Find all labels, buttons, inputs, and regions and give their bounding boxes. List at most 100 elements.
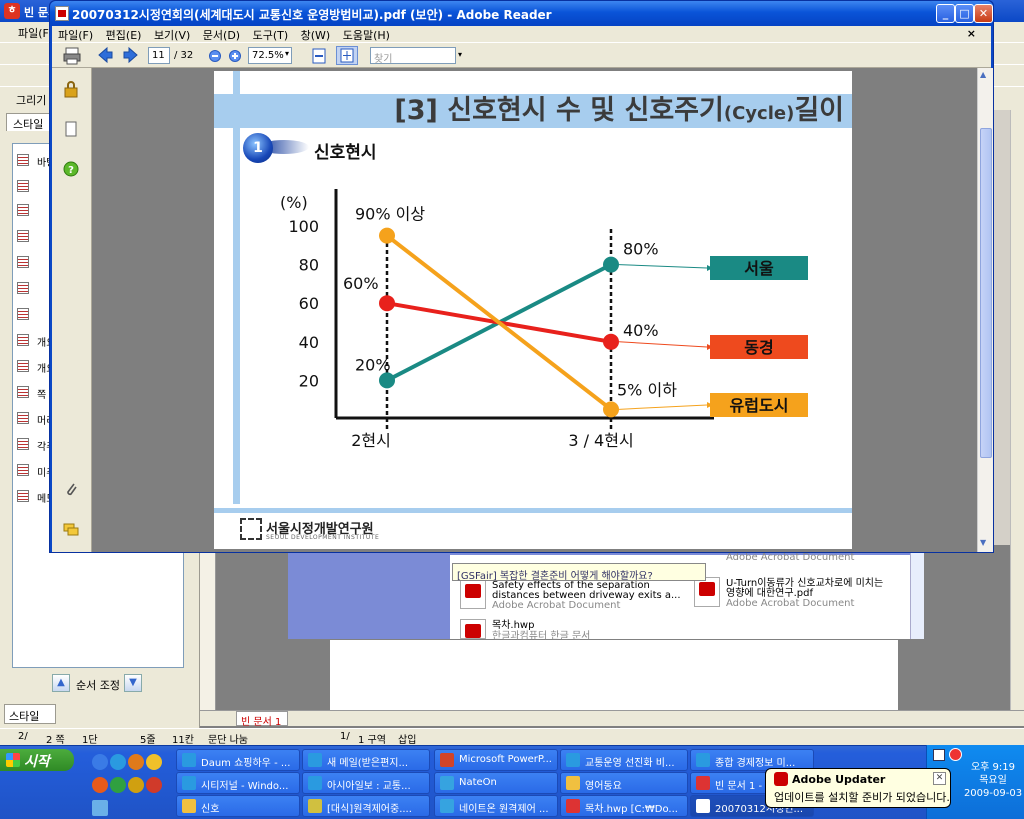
reader-menu-bar: 파일(F) 편집(E) 보기(V) 문서(D) 도구(T) 창(W) 도움말(H… <box>52 26 991 42</box>
status-line: 5줄 <box>140 735 156 746</box>
menu-help[interactable]: 도움말(H) <box>343 29 390 42</box>
task-button[interactable]: 아시아일보 : 교통... <box>302 772 430 794</box>
scroll-up-icon[interactable]: ▲ <box>980 70 986 79</box>
task-button[interactable]: Daum 쇼핑하우 - ... <box>176 749 300 771</box>
explorer-scrollbar[interactable] <box>910 545 924 639</box>
bottom-style-tab[interactable]: 스타일 <box>4 704 56 724</box>
task-button[interactable]: 네이트온 원격제어 ... <box>434 795 558 817</box>
close-doc-icon[interactable]: × <box>967 27 976 40</box>
scroll-thumb[interactable] <box>980 128 992 458</box>
svg-text:?: ? <box>68 165 74 176</box>
quicklaunch-icon[interactable] <box>128 777 144 793</box>
legend-connector <box>618 341 708 348</box>
adobe-updater-icon <box>774 772 788 786</box>
attachment-icon[interactable] <box>62 480 80 498</box>
comments-icon[interactable] <box>62 520 80 538</box>
alert-icon[interactable] <box>949 748 962 761</box>
task-label: 목차.hwp [C:₩Do... <box>585 804 678 815</box>
task-button[interactable]: 영어동요 <box>560 772 688 794</box>
y-tick-label: 80 <box>299 256 319 275</box>
adobe-reader-window: 20070312시정연회의(세계대도시 교통신호 운영방법비교).pdf (보안… <box>49 0 994 553</box>
menu-file[interactable]: 파일(F) <box>58 29 93 42</box>
quicklaunch-icon[interactable] <box>92 777 108 793</box>
menu-view[interactable]: 보기(V) <box>154 29 190 42</box>
data-point <box>379 295 395 312</box>
reader-toolbar: 11 / 32 72.5% ▾ 찾기 ▾ <box>52 42 991 68</box>
pdf-page: [3] 신호현시 수 및 신호주기(Cycle)길이 1 신호현시 (%) 20 4… <box>214 71 852 549</box>
status-section-num: 1 구역 <box>358 735 386 746</box>
reader-title-bar[interactable]: 20070312시정연회의(세계대도시 교통신호 운영방법비교).pdf (보안… <box>50 1 993 26</box>
y-tick-label: 20 <box>299 371 319 390</box>
lock-icon[interactable] <box>62 80 80 98</box>
zoom-in-icon[interactable] <box>228 46 242 65</box>
style-icon <box>17 334 29 346</box>
quicklaunch-icon[interactable] <box>110 777 126 793</box>
balloon-close-icon[interactable]: ✕ <box>933 772 946 785</box>
task-button[interactable]: 새 메일(받은편지... <box>302 749 430 771</box>
update-balloon[interactable]: Adobe Updater 업데이트를 설치할 준비가 되었습니다. ✕ <box>765 768 951 808</box>
previous-page-icon[interactable] <box>96 46 114 65</box>
clock[interactable]: 오후 9:19 목요일 2009-09-03 <box>963 761 1023 800</box>
task-button[interactable]: 신호 <box>176 795 300 817</box>
task-button[interactable]: NateOn <box>434 772 558 794</box>
minimize-button[interactable]: _ <box>936 4 955 23</box>
task-button[interactable]: 시티저널 - Windo... <box>176 772 300 794</box>
task-label: Microsoft PowerP... <box>459 754 552 765</box>
file-type: Adobe Acrobat Document <box>726 552 855 563</box>
menu-window[interactable]: 창(W) <box>301 29 331 42</box>
fit-width-icon[interactable] <box>310 46 328 65</box>
zoom-select[interactable]: 72.5% ▾ <box>248 47 292 64</box>
reader-vertical-scrollbar[interactable]: ▲ ▼ <box>977 68 993 552</box>
menu-edit[interactable]: 편집(E) <box>106 29 142 42</box>
task-label: 시티저널 - Windo... <box>201 781 289 792</box>
data-label: 60% <box>343 274 379 293</box>
data-label: 40% <box>623 321 659 340</box>
hwp-menu-file[interactable]: 파일(F) <box>18 27 53 40</box>
close-button[interactable]: ✕ <box>974 4 993 23</box>
hwp-page[interactable] <box>330 640 898 710</box>
ie-icon <box>182 776 196 790</box>
quicklaunch-icon[interactable] <box>146 777 162 793</box>
hwp-scrollbar[interactable] <box>1010 110 1024 710</box>
quicklaunch-icon[interactable] <box>128 754 144 770</box>
menu-document[interactable]: 문서(D) <box>203 29 240 42</box>
maximize-button[interactable]: □ <box>955 4 974 23</box>
print-icon[interactable] <box>62 46 82 65</box>
network-icon[interactable] <box>933 749 945 761</box>
move-up-button[interactable]: ▲ <box>52 674 70 692</box>
pages-icon[interactable] <box>62 120 80 138</box>
quicklaunch-icon[interactable] <box>92 754 108 770</box>
move-down-button[interactable]: ▼ <box>124 674 142 692</box>
doc-tab-active[interactable]: 빈 문서 1 <box>236 711 288 728</box>
style-icon <box>17 386 29 398</box>
draw-label[interactable]: 그리기 <box>16 94 46 107</box>
quicklaunch-icon[interactable] <box>92 800 108 816</box>
task-label: [대식]원격제어중.... <box>327 804 412 815</box>
task-button[interactable]: Microsoft PowerP... <box>434 749 558 771</box>
fit-page-icon[interactable] <box>336 46 358 65</box>
data-point <box>603 256 619 273</box>
page-number-input[interactable]: 11 <box>148 47 170 64</box>
data-point <box>603 401 619 418</box>
status-col: 1단 <box>82 735 98 746</box>
next-page-icon[interactable] <box>122 46 140 65</box>
task-button[interactable]: 목차.hwp [C:₩Do... <box>560 795 688 817</box>
style-icon <box>17 360 29 372</box>
find-input[interactable]: 찾기 <box>370 47 456 65</box>
zoom-out-icon[interactable] <box>208 46 222 65</box>
task-button[interactable]: [대식]원격제어중.... <box>302 795 430 817</box>
start-button[interactable]: 시작 <box>0 749 74 771</box>
page-total: / 32 <box>174 50 194 61</box>
x-tick-label: 2현시 <box>351 431 391 450</box>
quicklaunch-icon[interactable] <box>146 754 162 770</box>
ie-icon[interactable] <box>110 754 126 770</box>
clock-time: 오후 9:19 <box>970 762 1016 773</box>
scroll-down-icon[interactable]: ▼ <box>980 538 986 547</box>
help-icon[interactable]: ? <box>62 160 80 178</box>
menu-tools[interactable]: 도구(T) <box>253 29 289 42</box>
find-dropdown-icon[interactable]: ▾ <box>458 50 462 59</box>
y-tick-label: 100 <box>288 217 319 236</box>
legend-connector <box>618 404 708 410</box>
task-button[interactable]: 교통운영 선진화 비... <box>560 749 688 771</box>
navigation-pane: ? <box>52 68 92 552</box>
